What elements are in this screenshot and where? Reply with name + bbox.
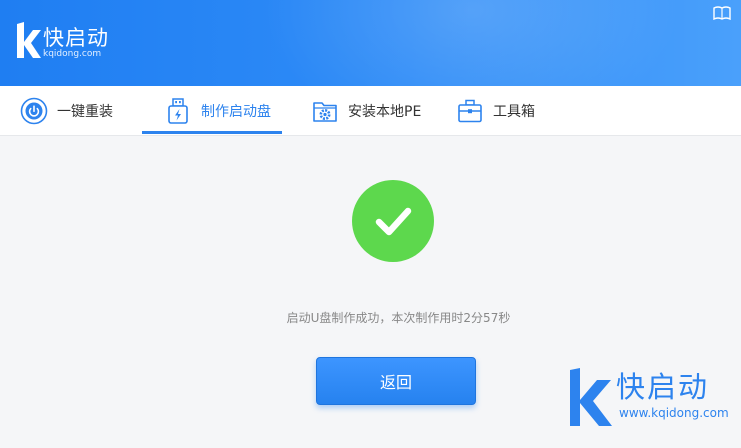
brand-title: 快启动: [43, 26, 109, 50]
tab-install-local-pe[interactable]: 安装本地PE: [310, 86, 421, 136]
success-status: [352, 180, 434, 262]
usb-drive-icon: [163, 96, 193, 126]
tab-make-boot-disk[interactable]: 制作启动盘: [163, 86, 271, 136]
brand-watermark: 快启动 www.kqidong.com: [566, 366, 736, 430]
header-glow: [261, 0, 681, 86]
tab-bar: 一键重装 制作启动盘 安装本地PE 工具箱: [0, 86, 741, 136]
success-message: 启动U盘制作成功，本次制作用时2分57秒: [286, 311, 511, 325]
checkmark-icon: [375, 207, 412, 236]
watermark-url: www.kqidong.com: [619, 406, 729, 420]
power-icon: [19, 96, 49, 126]
k-logo-icon: [17, 22, 41, 58]
folder-gear-icon: [310, 96, 340, 126]
tab-label: 一键重装: [57, 104, 113, 120]
watermark-title: 快启动: [616, 370, 710, 404]
tab-label: 安装本地PE: [348, 104, 422, 120]
tab-label: 制作启动盘: [201, 104, 271, 120]
return-button[interactable]: 返回: [316, 357, 476, 405]
toolbox-icon: [455, 96, 485, 126]
app-header: 快启动 kqidong.com: [0, 0, 741, 86]
tab-toolbox[interactable]: 工具箱: [455, 86, 535, 136]
brand-url: kqidong.com: [43, 49, 102, 59]
active-tab-indicator: [142, 131, 282, 134]
tab-one-click-reinstall[interactable]: 一键重装: [19, 86, 113, 136]
k-logo-icon: [570, 368, 612, 426]
book-icon[interactable]: [713, 6, 731, 20]
tab-label: 工具箱: [493, 104, 535, 120]
